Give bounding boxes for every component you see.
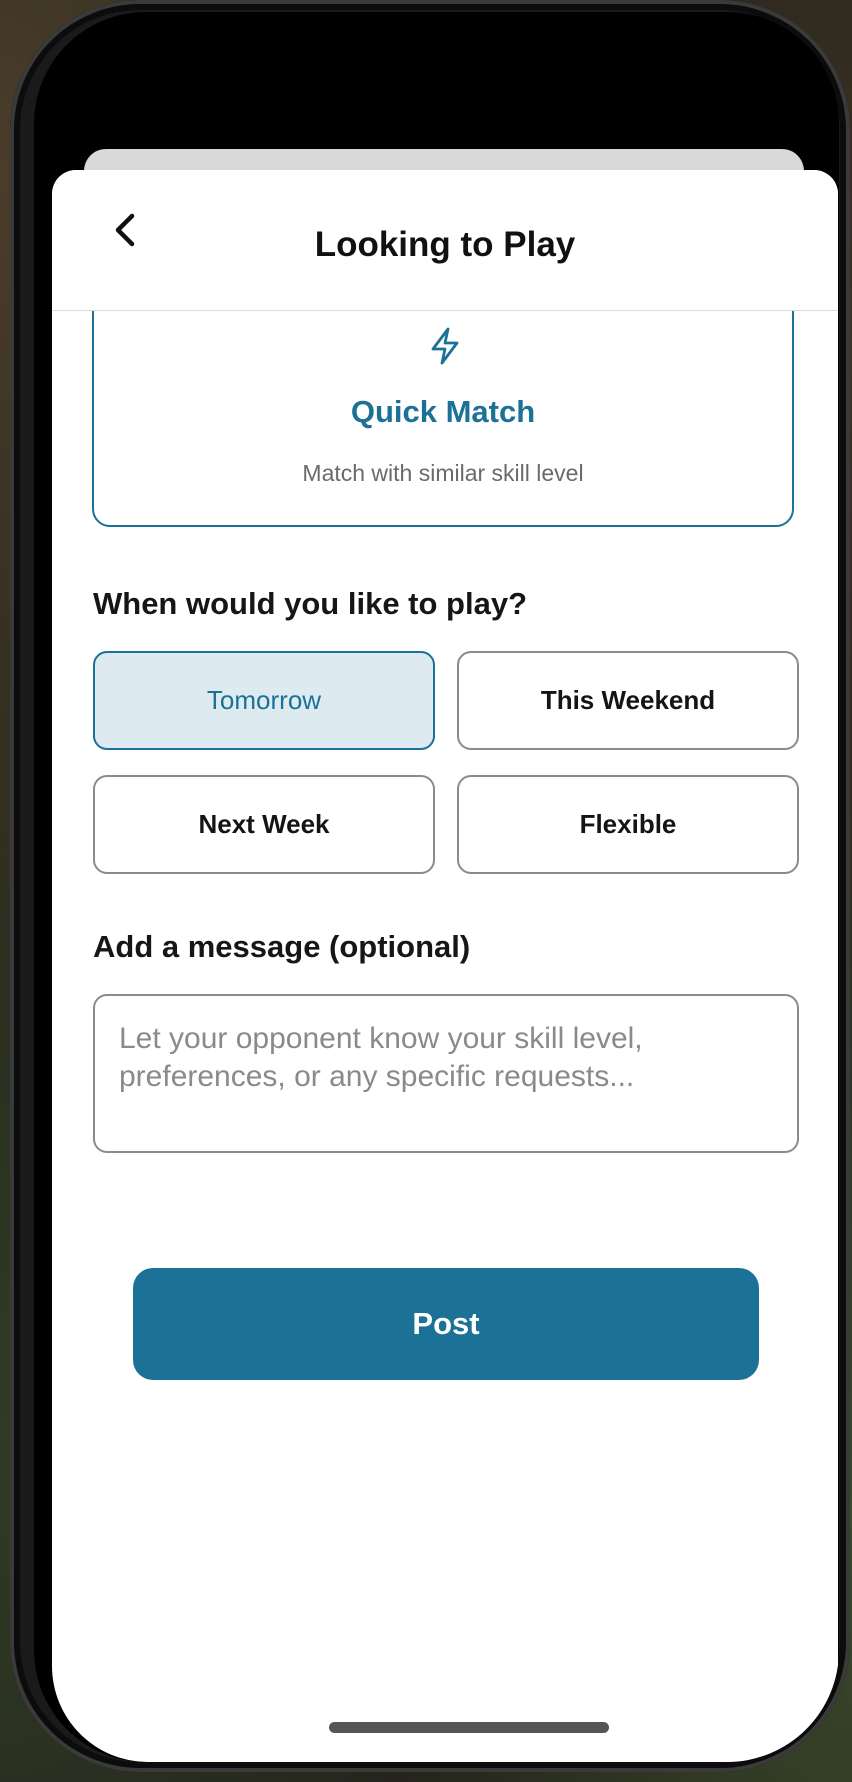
quick-match-title: Quick Match: [350, 394, 536, 429]
option-tomorrow[interactable]: Tomorrow: [93, 651, 435, 750]
home-indicator[interactable]: [329, 1722, 609, 1733]
bolt-icon: [431, 327, 459, 365]
header-bar: Looking to Play: [52, 170, 838, 311]
option-flexible[interactable]: Flexible: [457, 775, 799, 874]
page-title: Looking to Play: [314, 225, 576, 264]
when-label: When would you like to play?: [93, 586, 528, 621]
phone-screen: Looking to Play Quick Match Match with s…: [34, 12, 839, 1762]
modal-sheet: Looking to Play Quick Match Match with s…: [52, 170, 838, 1762]
message-input[interactable]: [93, 994, 799, 1153]
post-button[interactable]: Post: [133, 1268, 759, 1380]
message-label: Add a message (optional): [93, 929, 471, 964]
option-this-weekend[interactable]: This Weekend: [457, 651, 799, 750]
quick-match-subtitle: Match with similar skill level: [302, 460, 584, 486]
option-next-week[interactable]: Next Week: [93, 775, 435, 874]
phone-frame: Looking to Play Quick Match Match with s…: [10, 0, 850, 1772]
